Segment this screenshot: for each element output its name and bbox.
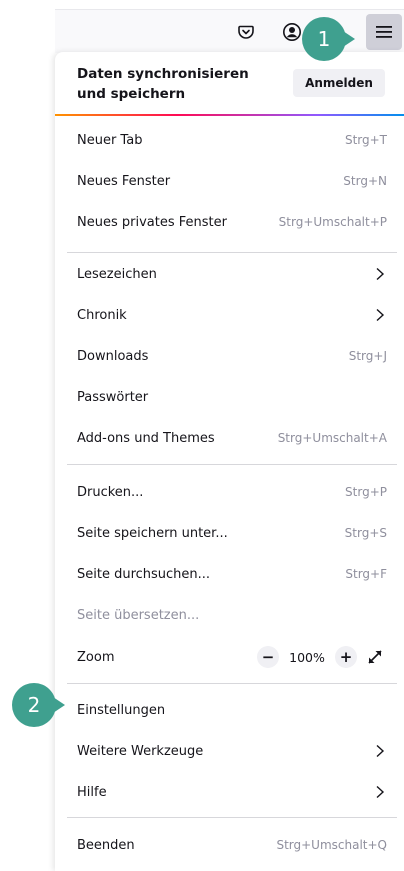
menu-item-find-in-page[interactable]: Seite durchsuchen... Strg+F bbox=[67, 554, 397, 594]
app-menu-panel: Daten synchronisieren und speichern Anme… bbox=[55, 52, 404, 871]
zoom-level[interactable]: 100% bbox=[279, 650, 335, 665]
menu-separator bbox=[67, 252, 397, 253]
menu-item-new-tab[interactable]: Neuer Tab Strg+T bbox=[67, 120, 397, 160]
sync-header: Daten synchronisieren und speichern Anme… bbox=[55, 52, 404, 116]
menu-item-bookmarks[interactable]: Lesezeichen bbox=[67, 254, 397, 294]
menu-item-quit[interactable]: Beenden Strg+Umschalt+Q bbox=[67, 825, 397, 865]
account-icon[interactable] bbox=[281, 21, 303, 43]
fullscreen-icon[interactable] bbox=[363, 646, 387, 668]
menu-item-help[interactable]: Hilfe bbox=[67, 772, 397, 812]
callout-badge-2: 2 bbox=[12, 683, 65, 727]
menu-item-history[interactable]: Chronik bbox=[67, 295, 397, 335]
menu-item-new-private-window[interactable]: Neues privates Fenster Strg+Umschalt+P bbox=[67, 202, 397, 242]
menu-item-downloads[interactable]: Downloads Strg+J bbox=[67, 336, 397, 376]
chevron-right-icon bbox=[375, 785, 387, 799]
menu-separator bbox=[67, 464, 397, 465]
sign-in-button[interactable]: Anmelden bbox=[293, 69, 385, 97]
hamburger-menu-icon bbox=[376, 26, 392, 38]
chevron-right-icon bbox=[375, 744, 387, 758]
menu-item-more-tools[interactable]: Weitere Werkzeuge bbox=[67, 731, 397, 771]
zoom-in-button[interactable]: + bbox=[335, 646, 357, 668]
menu-separator bbox=[67, 817, 397, 818]
menu-item-settings[interactable]: Einstellungen bbox=[67, 690, 397, 730]
menu-item-translate-page: Seite übersetzen... bbox=[77, 607, 200, 623]
menu-item-print[interactable]: Drucken... Strg+P bbox=[67, 472, 397, 512]
menu-item-zoom: Zoom − 100% + bbox=[67, 637, 397, 677]
hamburger-menu-button[interactable] bbox=[366, 14, 402, 50]
zoom-out-button[interactable]: − bbox=[257, 646, 279, 668]
sync-text: Daten synchronisieren und speichern bbox=[77, 66, 249, 102]
menu-item-addons-themes[interactable]: Add-ons und Themes Strg+Umschalt+A bbox=[67, 418, 397, 458]
menu-item-save-page[interactable]: Seite speichern unter... Strg+S bbox=[67, 513, 397, 553]
menu-item-passwords[interactable]: Passwörter bbox=[67, 377, 397, 417]
chevron-right-icon bbox=[375, 267, 387, 281]
callout-badge-1: 1 bbox=[302, 17, 355, 61]
zoom-controls: − 100% + bbox=[257, 646, 387, 668]
pocket-icon[interactable] bbox=[235, 21, 257, 43]
menu-item-new-window[interactable]: Neues Fenster Strg+N bbox=[67, 161, 397, 201]
menu-separator bbox=[67, 683, 397, 684]
chevron-right-icon bbox=[375, 308, 387, 322]
